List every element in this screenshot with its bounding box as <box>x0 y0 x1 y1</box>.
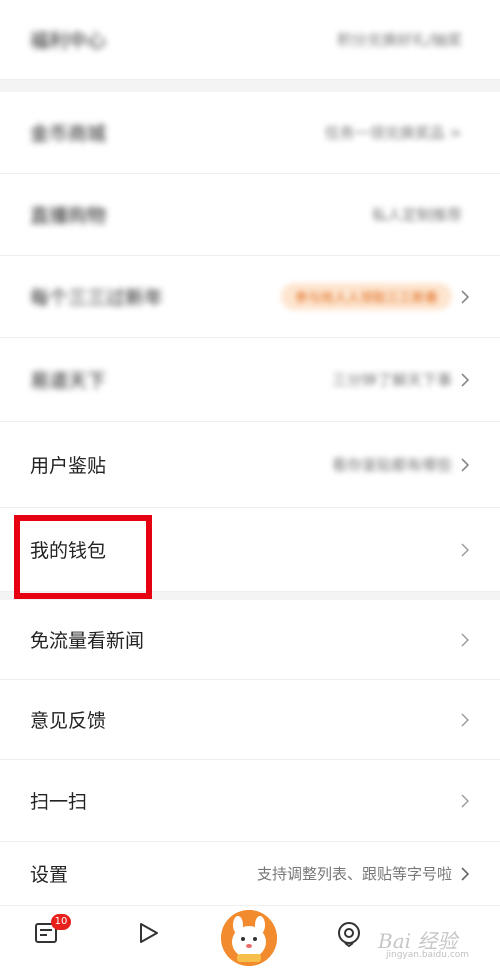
tab-discover[interactable] <box>335 920 363 952</box>
tab-video[interactable] <box>135 920 161 950</box>
chevron-right-icon <box>461 543 469 556</box>
menu-item-label: 扫一扫 <box>30 791 88 813</box>
menu-item-settings[interactable]: 设置 支持调整列表、跟贴等字号啦 <box>0 842 500 905</box>
menu-item-label: 金币商城 <box>30 123 107 145</box>
mascot-avatar[interactable] <box>221 910 277 966</box>
section-divider <box>0 80 500 92</box>
chevron-right-icon <box>461 457 470 472</box>
chevron-right-icon <box>461 794 469 807</box>
chevron-right-icon <box>461 633 469 646</box>
promo-pill: 参与抢人人领取三三新春 <box>280 283 452 310</box>
menu-item-sub: 积分兑换好礼/抽奖 <box>336 31 462 49</box>
menu-item-sub: 私人定制推荐 <box>371 206 462 224</box>
menu-item-sub: 支持调整列表、跟贴等字号啦 <box>256 865 452 883</box>
mascot-icon <box>221 910 277 966</box>
menu-item-new-year-event[interactable]: 每个三三过新年 参与抢人人领取三三新春 <box>0 256 500 338</box>
section-divider <box>0 592 500 600</box>
menu-item-sub: 看你鉴贴都有哪些 <box>331 456 452 474</box>
location-icon <box>338 922 360 948</box>
menu-item-label: 免流量看新闻 <box>30 630 145 652</box>
menu-item-scan[interactable]: 扫一扫 <box>0 760 500 842</box>
menu-item-news-world[interactable]: 易道天下 三分钟了解天下事 <box>0 338 500 422</box>
menu-item-label: 福利中心 <box>30 30 107 52</box>
menu-item-feedback[interactable]: 意见反馈 <box>0 680 500 760</box>
menu-item-user-review[interactable]: 用户鉴贴 看你鉴贴都有哪些 <box>0 422 500 508</box>
menu-item-label: 设置 <box>30 864 69 886</box>
menu-item-live-shopping[interactable]: 直播购物 私人定制推荐 <box>0 174 500 256</box>
menu-item-label: 意见反馈 <box>30 710 107 732</box>
chevron-right-icon <box>461 866 470 881</box>
menu-item-sub: 任务一领兑换奖品 > <box>324 124 462 142</box>
menu-item-label: 我的钱包 <box>30 540 107 562</box>
chevron-right-icon <box>461 713 469 726</box>
menu-item-label: 直播购物 <box>30 205 107 227</box>
news-badge: 10 <box>51 914 71 930</box>
tab-news[interactable]: 10 <box>33 914 71 950</box>
menu-item-label: 用户鉴贴 <box>30 455 107 477</box>
menu-item-welfare[interactable]: 福利中心 积分兑换好礼/抽奖 <box>0 0 500 80</box>
menu-item-my-wallet[interactable]: 我的钱包 <box>0 508 500 592</box>
chevron-right-icon <box>461 289 470 304</box>
menu-item-coin-mall[interactable]: 金币商城 任务一领兑换奖品 > <box>0 92 500 174</box>
play-icon <box>140 923 158 943</box>
watermark-url: jingyan.baidu.com <box>386 950 470 960</box>
menu-item-label: 易道天下 <box>30 370 107 392</box>
chevron-right-icon <box>461 372 470 387</box>
menu-item-free-data-news[interactable]: 免流量看新闻 <box>0 600 500 680</box>
menu-item-sub: 三分钟了解天下事 <box>331 371 452 389</box>
menu-item-label: 每个三三过新年 <box>30 287 164 309</box>
